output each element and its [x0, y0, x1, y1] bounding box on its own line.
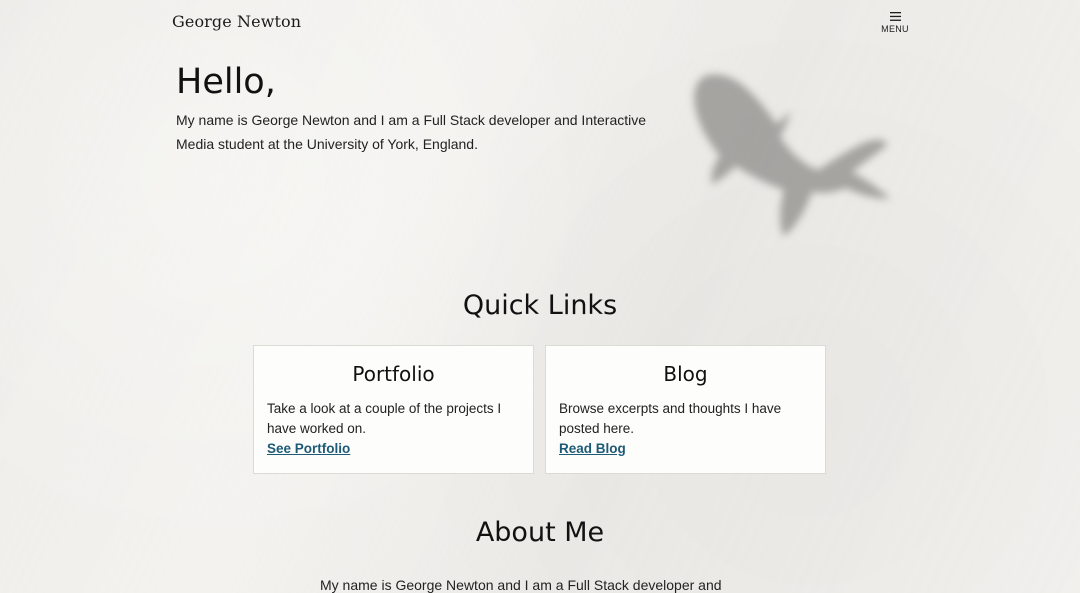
- site-title[interactable]: George Newton: [172, 12, 301, 31]
- blog-card: Blog Browse excerpts and thoughts I have…: [545, 345, 826, 474]
- card-title: Blog: [663, 362, 708, 386]
- about-me-heading: About Me: [475, 517, 605, 548]
- fish-shadow-illustration: [694, 74, 890, 236]
- menu-button[interactable]: MENU: [878, 12, 912, 38]
- hero-intro-text: My name is George Newton and I am a Full…: [176, 112, 647, 152]
- read-blog-link[interactable]: Read Blog: [559, 441, 626, 456]
- hero-heading: Hello,: [176, 62, 276, 102]
- portfolio-card: Portfolio Take a look at a couple of the…: [253, 345, 534, 474]
- see-portfolio-link[interactable]: See Portfolio: [267, 441, 350, 456]
- card-title: Portfolio: [352, 362, 435, 386]
- menu-label: MENU: [881, 24, 909, 34]
- about-me-text: My name is George Newton and I am a Full…: [320, 577, 722, 593]
- page: George Newton MENU Hello, My name is Geo…: [0, 0, 1080, 593]
- quick-links-heading: Quick Links: [462, 290, 618, 321]
- hamburger-menu-icon: [889, 12, 901, 21]
- card-description: Browse excerpts and thoughts I have post…: [559, 401, 782, 436]
- card-description: Take a look at a couple of the projects …: [267, 401, 502, 436]
